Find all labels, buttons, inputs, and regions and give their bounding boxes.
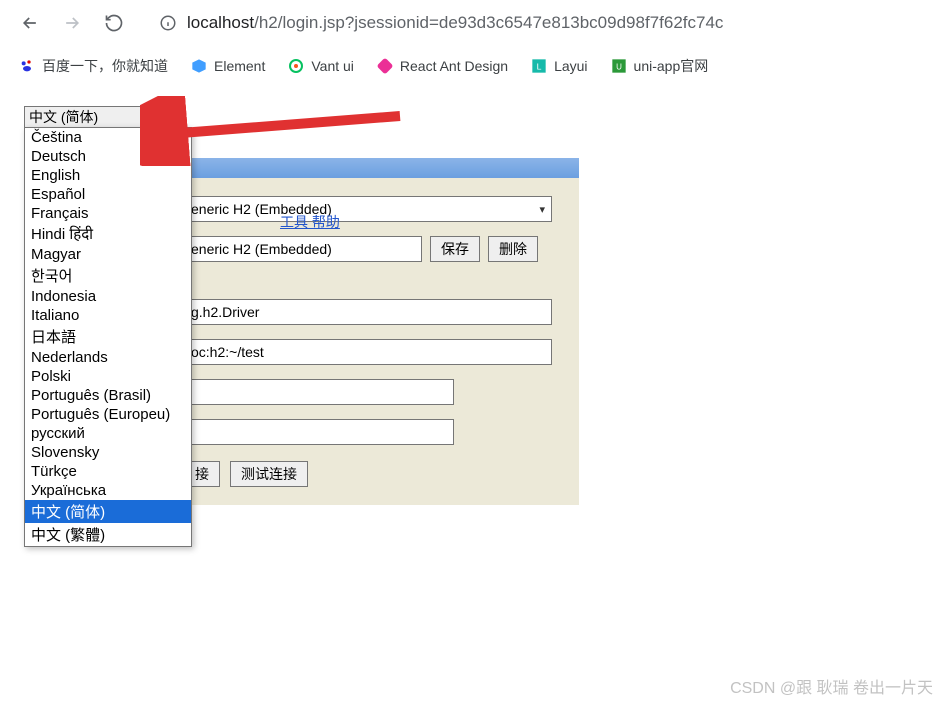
language-option[interactable]: Português (Brasil) bbox=[25, 386, 191, 405]
baidu-icon bbox=[18, 57, 36, 75]
svg-text:U: U bbox=[616, 62, 622, 71]
language-option[interactable]: Українська bbox=[25, 481, 191, 500]
language-option[interactable]: 한국어 bbox=[25, 264, 191, 287]
password-input[interactable] bbox=[184, 419, 454, 445]
test-connection-button[interactable]: 测试连接 bbox=[230, 461, 308, 487]
language-option[interactable]: Português (Europeu) bbox=[25, 405, 191, 424]
language-option[interactable]: Magyar bbox=[25, 245, 191, 264]
language-option[interactable]: Deutsch bbox=[25, 147, 191, 166]
jdbc-url-input[interactable] bbox=[184, 339, 552, 365]
back-button[interactable] bbox=[18, 11, 42, 35]
bookmark-label: Vant ui bbox=[311, 58, 354, 74]
antd-icon bbox=[376, 57, 394, 75]
forward-button[interactable] bbox=[60, 11, 84, 35]
language-select[interactable]: 中文 (简体) bbox=[24, 106, 170, 128]
bookmark-label: uni-app官网 bbox=[634, 56, 709, 76]
vant-icon bbox=[287, 57, 305, 75]
site-info-icon[interactable] bbox=[159, 14, 177, 32]
language-select-value: 中文 (简体) bbox=[29, 107, 98, 127]
bookmark-item[interactable]: 百度一下，你就知道 bbox=[18, 56, 168, 76]
element-icon bbox=[190, 57, 208, 75]
bookmark-label: Element bbox=[214, 58, 265, 74]
driver-class-input[interactable] bbox=[184, 299, 552, 325]
username-input[interactable] bbox=[184, 379, 454, 405]
bookmark-item[interactable]: Vant ui bbox=[287, 57, 354, 75]
language-option[interactable]: 中文 (繁體) bbox=[25, 523, 191, 546]
help-link[interactable]: 工具 帮助 bbox=[280, 212, 340, 232]
uniapp-icon: U bbox=[610, 57, 628, 75]
language-option[interactable]: Čeština bbox=[25, 128, 191, 147]
bookmark-label: React Ant Design bbox=[400, 58, 508, 74]
bookmark-item[interactable]: Uuni-app官网 bbox=[610, 56, 709, 76]
saved-settings-select[interactable]: eneric H2 (Embedded) bbox=[184, 196, 552, 222]
layui-icon: L bbox=[530, 57, 548, 75]
bookmark-item[interactable]: Element bbox=[190, 57, 265, 75]
url-text: localhost/h2/login.jsp?jsessionid=de93d3… bbox=[187, 13, 723, 33]
language-option[interactable]: English bbox=[25, 166, 191, 185]
url-bar[interactable]: localhost/h2/login.jsp?jsessionid=de93d3… bbox=[144, 13, 933, 33]
bookmark-bar: 百度一下，你就知道 Element Vant ui React Ant Design L… bbox=[0, 46, 951, 86]
language-option[interactable]: Indonesia bbox=[25, 287, 191, 306]
language-option[interactable]: Italiano bbox=[25, 306, 191, 325]
save-button[interactable]: 保存 bbox=[430, 236, 480, 262]
language-option[interactable]: Polski bbox=[25, 367, 191, 386]
language-dropdown[interactable]: ČeštinaDeutschEnglishEspañolFrançaisHind… bbox=[24, 127, 192, 547]
watermark-text: CSDN @跟 耿瑞 卷出一片天 bbox=[730, 674, 933, 698]
delete-button[interactable]: 删除 bbox=[488, 236, 538, 262]
bookmark-label: 百度一下，你就知道 bbox=[42, 56, 168, 76]
language-option[interactable]: русский bbox=[25, 424, 191, 443]
language-option[interactable]: Slovensky bbox=[25, 443, 191, 462]
bookmark-item[interactable]: L Layui bbox=[530, 57, 587, 75]
language-option[interactable]: Français bbox=[25, 204, 191, 223]
language-option[interactable]: 中文 (简体) bbox=[25, 500, 191, 523]
bookmark-label: Layui bbox=[554, 58, 587, 74]
bookmark-item[interactable]: React Ant Design bbox=[376, 57, 508, 75]
language-option[interactable]: Hindi हिंदी bbox=[25, 223, 191, 245]
language-option[interactable]: Nederlands bbox=[25, 348, 191, 367]
setting-name-input[interactable] bbox=[184, 236, 422, 262]
svg-text:L: L bbox=[537, 61, 542, 71]
language-option[interactable]: Türkçe bbox=[25, 462, 191, 481]
language-option[interactable]: 日本語 bbox=[25, 325, 191, 348]
language-option[interactable]: Español bbox=[25, 185, 191, 204]
reload-button[interactable] bbox=[102, 11, 126, 35]
